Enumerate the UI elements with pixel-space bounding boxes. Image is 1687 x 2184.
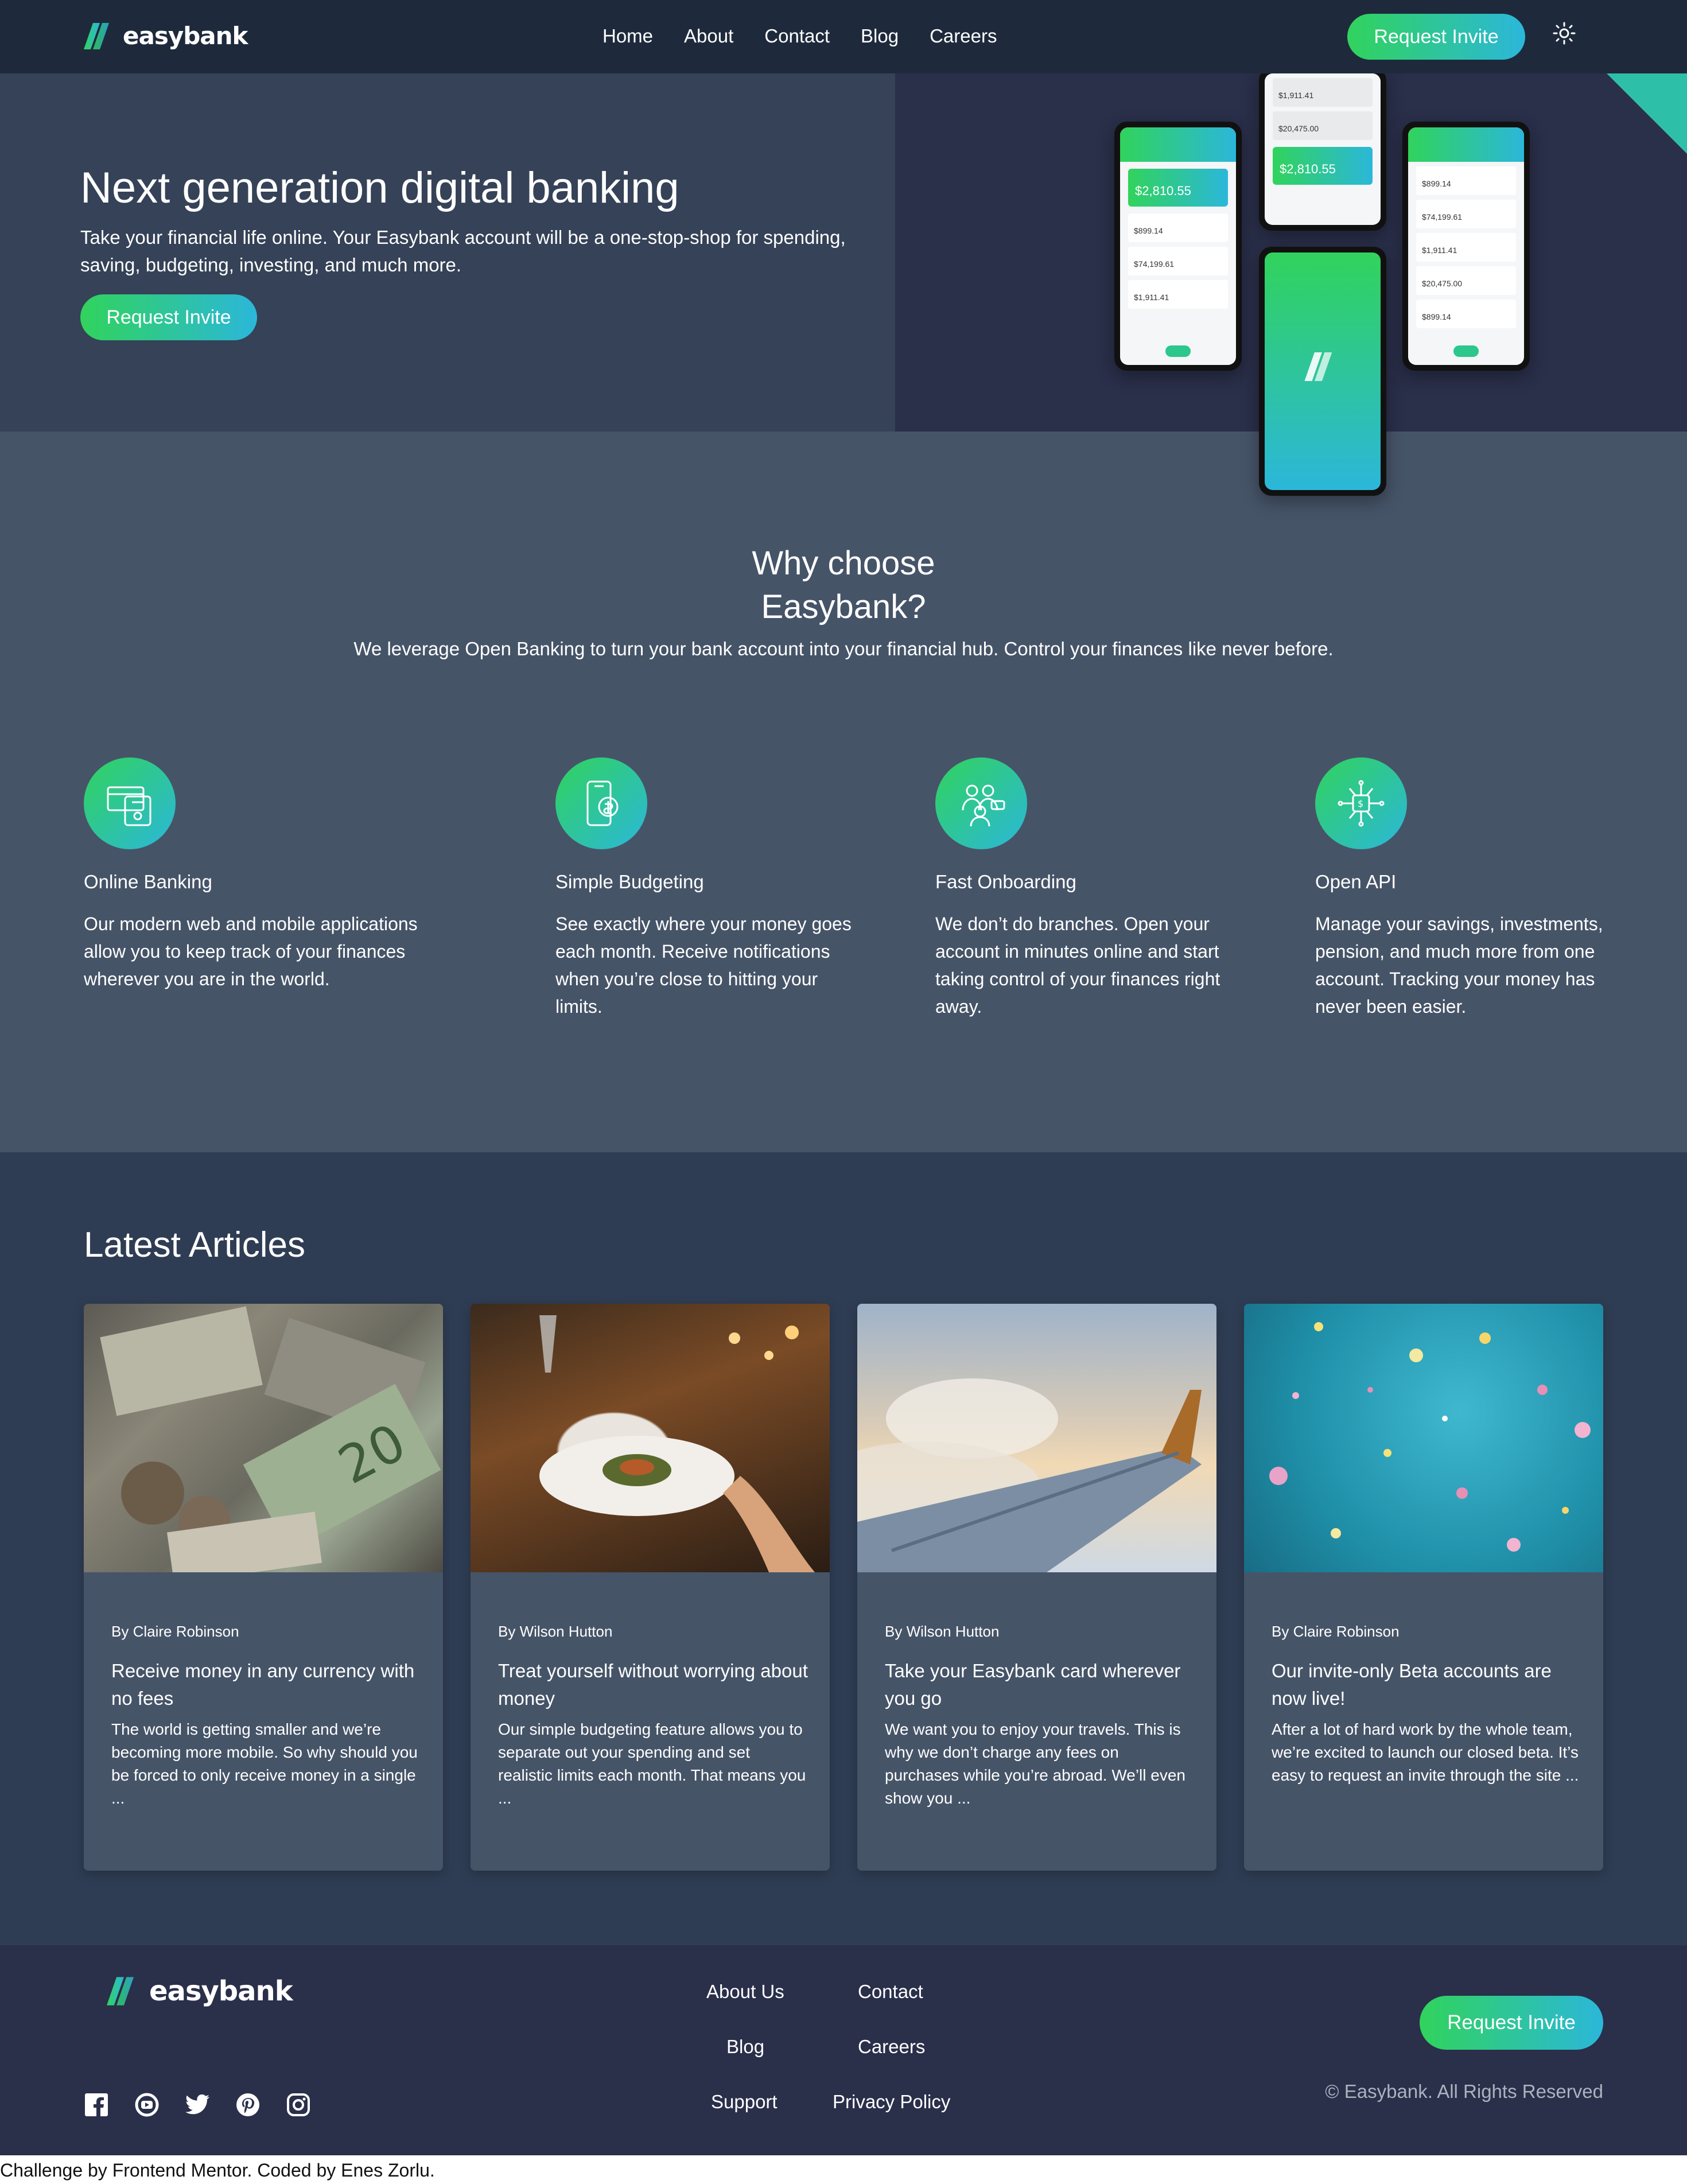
article-author: By Claire Robinson <box>111 1623 239 1640</box>
feature-text: Our modern web and mobile applications a… <box>84 914 418 989</box>
article-card[interactable]: 20 By Claire Robinson Receive money in a… <box>84 1304 443 1871</box>
phone-mockup-center <box>1259 247 1386 496</box>
header-request-invite-button[interactable]: Request Invite <box>1347 14 1525 60</box>
article-author: By Wilson Hutton <box>498 1623 613 1640</box>
footer-link-support[interactable]: Support <box>711 2091 778 2113</box>
phone-fab <box>1453 345 1479 357</box>
nav-careers[interactable]: Careers <box>930 23 997 49</box>
nav-blog[interactable]: Blog <box>861 23 899 49</box>
confetti-photo <box>1244 1304 1603 1572</box>
article-card[interactable]: By Claire Robinson Our invite-only Beta … <box>1244 1304 1603 1871</box>
article-card[interactable]: By Wilson Hutton Treat yourself without … <box>471 1304 830 1871</box>
phone-amount: $899.14 <box>1128 213 1228 242</box>
article-title[interactable]: Receive money in any currency with no fe… <box>111 1657 421 1712</box>
sun-icon[interactable] <box>1553 22 1576 45</box>
feature-fast-onboarding: Fast Onboarding We don’t do branches. Op… <box>935 757 1220 1017</box>
articles-section: Latest Articles 20 By Claire Robinson Re… <box>0 1152 1687 1945</box>
phone-amount: $20,475.00 <box>1273 111 1373 140</box>
articles-title: Latest Articles <box>84 1225 305 1265</box>
phone-fab <box>1165 345 1191 357</box>
logo-wordmark: easybank <box>149 1975 293 2007</box>
youtube-icon[interactable] <box>134 2092 160 2117</box>
article-author: By Claire Robinson <box>1272 1623 1400 1640</box>
budgeting-icon <box>555 757 647 849</box>
article-excerpt: After a lot of hard work by the whole te… <box>1272 1720 1579 1784</box>
feature-title: Online Banking <box>84 871 212 892</box>
phone-amount: $1,911.41 <box>1128 280 1228 309</box>
hero-request-invite-button[interactable]: Request Invite <box>80 294 257 340</box>
site-footer: easybank About Us Contact Blog Careers S… <box>0 1945 1687 2155</box>
phone-balance-card: $2,810.55 <box>1273 147 1373 185</box>
site-header: easybank Home About Contact Blog Careers… <box>0 0 1687 73</box>
phone-mockup-top: $1,911.41 $20,475.00 $2,810.55 <box>1259 68 1386 231</box>
feature-title: Open API <box>1315 871 1397 892</box>
nav-contact[interactable]: Contact <box>764 23 830 49</box>
article-title[interactable]: Treat yourself without worrying about mo… <box>498 1657 808 1712</box>
copyright-text: © Easybank. All Rights Reserved <box>1325 2081 1603 2102</box>
facebook-icon[interactable] <box>84 2092 109 2117</box>
article-author: By Wilson Hutton <box>885 1623 1000 1640</box>
why-title-line1: Why choose <box>752 545 935 582</box>
why-title: Why choose Easybank? <box>729 542 958 629</box>
easybank-logo[interactable]: easybank <box>84 22 248 50</box>
article-excerpt: We want you to enjoy your travels. This … <box>885 1720 1185 1807</box>
phone-mockup-right: $899.14 $74,199.61 $1,911.41 $20,475.00 … <box>1402 122 1530 371</box>
phone-amount: $74,199.61 <box>1128 247 1228 275</box>
onboarding-icon <box>935 757 1027 849</box>
api-icon: $ <box>1315 757 1407 849</box>
hero-text: Take your financial life online. Your Ea… <box>80 227 846 275</box>
phone-amount: $74,199.61 <box>1416 200 1516 228</box>
currency-photo: 20 <box>84 1304 443 1572</box>
easybank-mark-icon <box>107 1977 134 2006</box>
footer-link-blog[interactable]: Blog <box>726 2036 764 2058</box>
footer-link-privacy-policy[interactable]: Privacy Policy <box>833 2091 950 2113</box>
easybank-mark-icon <box>1304 352 1332 381</box>
phone-amount: $899.14 <box>1416 300 1516 328</box>
article-title[interactable]: Take your Easybank card wherever you go <box>885 1657 1195 1712</box>
online-banking-icon <box>84 757 176 849</box>
main-nav: Home About Contact Blog Careers <box>602 23 1028 49</box>
footer-link-about-us[interactable]: About Us <box>706 1981 784 2003</box>
phone-balance-card: $2,810.55 <box>1128 169 1228 207</box>
instagram-icon[interactable] <box>286 2092 311 2117</box>
feature-open-api: $ Open API Manage your savings, investme… <box>1315 757 1603 1017</box>
footer-easybank-logo[interactable]: easybank <box>107 1975 293 2007</box>
feature-title: Simple Budgeting <box>555 871 704 892</box>
feature-simple-budgeting: Simple Budgeting See exactly where your … <box>555 757 852 1017</box>
hero-corner-accent <box>1607 73 1687 154</box>
phone-amount: $20,475.00 <box>1416 266 1516 295</box>
article-excerpt: The world is getting smaller and we’re b… <box>111 1720 418 1807</box>
why-section: Why choose Easybank? We leverage Open Ba… <box>0 432 1687 1152</box>
pinterest-icon[interactable] <box>235 2092 261 2117</box>
easybank-mark-icon <box>84 22 109 49</box>
feature-title: Fast Onboarding <box>935 871 1076 892</box>
restaurant-photo <box>471 1304 830 1572</box>
feature-online-banking: Online Banking Our modern web and mobile… <box>84 757 418 989</box>
logo-wordmark: easybank <box>123 22 248 50</box>
footer-link-careers[interactable]: Careers <box>858 2036 925 2058</box>
twitter-icon[interactable] <box>185 2092 210 2117</box>
feature-text: Manage your savings, investments, pensio… <box>1315 914 1603 1017</box>
article-card[interactable]: By Wilson Hutton Take your Easybank card… <box>857 1304 1216 1871</box>
why-title-line2: Easybank? <box>761 588 926 625</box>
phone-amount: $1,911.41 <box>1416 233 1516 262</box>
nav-about[interactable]: About <box>684 23 733 49</box>
attribution-text: Challenge by Frontend Mentor. Coded by E… <box>0 2155 1687 2184</box>
phone-amount: $1,911.41 <box>1273 78 1373 107</box>
footer-request-invite-button[interactable]: Request Invite <box>1420 1996 1603 2050</box>
article-excerpt: Our simple budgeting feature allows you … <box>498 1720 806 1807</box>
hero-title: Next generation digital banking <box>80 164 679 212</box>
svg-text:$: $ <box>1358 798 1363 809</box>
footer-link-contact[interactable]: Contact <box>858 1981 923 2003</box>
why-subtitle: We leverage Open Banking to turn your ba… <box>353 638 1334 659</box>
feature-text: See exactly where your money goes each m… <box>555 914 852 1017</box>
nav-home[interactable]: Home <box>602 23 653 49</box>
phone-amount: $899.14 <box>1416 166 1516 195</box>
article-title[interactable]: Our invite-only Beta accounts are now li… <box>1272 1657 1581 1712</box>
phone-mockup-left: $2,810.55 $899.14 $74,199.61 $1,911.41 <box>1114 122 1242 371</box>
social-links <box>84 2092 336 2117</box>
plane-photo <box>857 1304 1216 1572</box>
feature-text: We don’t do branches. Open your account … <box>935 914 1220 1017</box>
